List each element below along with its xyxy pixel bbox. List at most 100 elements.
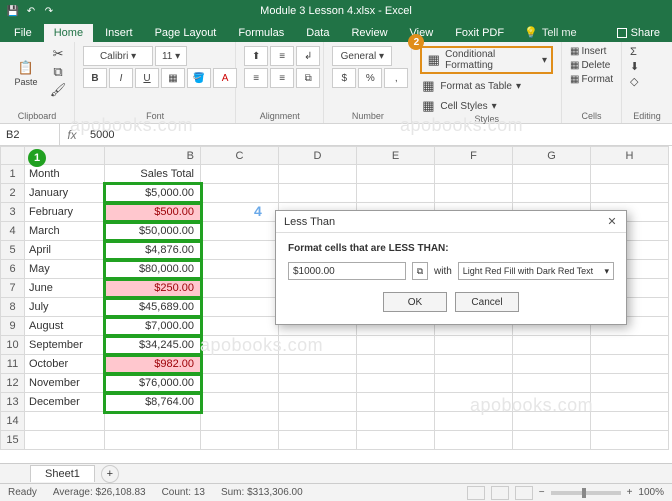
cell[interactable] <box>435 374 513 393</box>
zoom-in-button[interactable]: + <box>627 487 633 498</box>
new-sheet-button[interactable]: + <box>101 465 119 483</box>
format-style-select[interactable]: Light Red Fill with Dark Red Text ▾ <box>458 262 614 280</box>
cell[interactable] <box>357 374 435 393</box>
cell[interactable]: July <box>25 298 105 317</box>
dialog-close-button[interactable]: ✕ <box>602 213 622 229</box>
column-header[interactable]: B <box>105 147 201 165</box>
percent-button[interactable]: % <box>358 68 382 88</box>
align-left-button[interactable]: ≡ <box>244 68 268 88</box>
zoom-level[interactable]: 100% <box>638 487 664 498</box>
cell[interactable]: $34,245.00 <box>105 336 201 355</box>
cut-icon[interactable]: ✂ <box>50 46 66 62</box>
cell[interactable] <box>591 165 669 184</box>
cell[interactable] <box>591 184 669 203</box>
row-header[interactable]: 14 <box>1 412 25 431</box>
cell[interactable] <box>201 298 279 317</box>
cell[interactable] <box>279 165 357 184</box>
cell-styles-button[interactable]: ▦ Cell Styles ▾ <box>420 98 496 114</box>
cell[interactable] <box>25 412 105 431</box>
column-header[interactable]: H <box>591 147 669 165</box>
cell[interactable] <box>105 431 201 450</box>
zoom-out-button[interactable]: − <box>539 487 545 498</box>
cell[interactable] <box>435 431 513 450</box>
row-header[interactable]: 9 <box>1 317 25 336</box>
cell[interactable]: February <box>25 203 105 222</box>
view-normal-button[interactable] <box>467 486 485 500</box>
cell[interactable]: August <box>25 317 105 336</box>
cell[interactable] <box>357 393 435 412</box>
cell[interactable] <box>513 393 591 412</box>
italic-button[interactable]: I <box>109 68 133 88</box>
cell[interactable] <box>201 184 279 203</box>
cell[interactable] <box>591 374 669 393</box>
align-middle-button[interactable]: ≡ <box>270 46 294 66</box>
paste-button[interactable]: 📋 Paste <box>8 46 44 102</box>
row-header[interactable]: 6 <box>1 260 25 279</box>
cell[interactable]: $500.00 <box>105 203 201 222</box>
cell[interactable] <box>201 260 279 279</box>
cell[interactable] <box>201 241 279 260</box>
column-header[interactable]: D <box>279 147 357 165</box>
cell[interactable] <box>513 355 591 374</box>
cell[interactable] <box>279 431 357 450</box>
cell[interactable] <box>279 374 357 393</box>
cell[interactable] <box>591 355 669 374</box>
insert-cells-button[interactable]: ▦ Insert <box>570 46 606 57</box>
wrap-text-button[interactable]: ↲ <box>296 46 320 66</box>
zoom-slider[interactable] <box>551 491 621 495</box>
cell[interactable] <box>279 393 357 412</box>
name-box[interactable]: B2 <box>0 124 60 145</box>
font-color-button[interactable]: A <box>213 68 237 88</box>
cell[interactable] <box>357 165 435 184</box>
cell[interactable] <box>201 374 279 393</box>
cell[interactable]: May <box>25 260 105 279</box>
cell[interactable] <box>513 431 591 450</box>
bold-button[interactable]: B <box>83 68 107 88</box>
cell[interactable] <box>201 165 279 184</box>
autosum-button[interactable]: Σ <box>630 46 637 58</box>
cell[interactable] <box>279 355 357 374</box>
tab-foxit[interactable]: Foxit PDF <box>445 24 514 42</box>
tab-file[interactable]: File <box>4 24 42 42</box>
cell[interactable]: December <box>25 393 105 412</box>
cell[interactable] <box>435 165 513 184</box>
fill-button[interactable]: ⬇ <box>630 60 639 73</box>
cell[interactable]: $250.00 <box>105 279 201 298</box>
cell[interactable] <box>435 412 513 431</box>
cell[interactable]: March <box>25 222 105 241</box>
cell[interactable] <box>357 355 435 374</box>
tab-data[interactable]: Data <box>296 24 339 42</box>
share-button[interactable]: Share <box>609 24 668 42</box>
align-center-button[interactable]: ≡ <box>270 68 294 88</box>
cell[interactable] <box>591 336 669 355</box>
conditional-formatting-button[interactable]: 2 ▦ Conditional Formatting ▾ <box>420 46 553 74</box>
cell[interactable]: $4,876.00 <box>105 241 201 260</box>
threshold-input[interactable]: $1000.00 <box>288 262 406 280</box>
format-cells-button[interactable]: ▦ Format <box>570 74 613 85</box>
cell[interactable] <box>279 336 357 355</box>
cell[interactable] <box>357 184 435 203</box>
cell[interactable]: $5,000.00 <box>105 184 201 203</box>
format-painter-icon[interactable]: 🖌 <box>50 82 66 98</box>
cell[interactable] <box>435 355 513 374</box>
cell[interactable] <box>279 412 357 431</box>
row-header[interactable]: 8 <box>1 298 25 317</box>
row-header[interactable]: 1 <box>1 165 25 184</box>
cell[interactable] <box>513 165 591 184</box>
cell[interactable] <box>25 431 105 450</box>
cell[interactable] <box>357 412 435 431</box>
format-as-table-button[interactable]: ▦ Format as Table ▾ <box>420 78 521 94</box>
cell[interactable] <box>513 336 591 355</box>
cell[interactable]: January <box>25 184 105 203</box>
cell[interactable]: $80,000.00 <box>105 260 201 279</box>
row-header[interactable]: 4 <box>1 222 25 241</box>
comma-button[interactable]: , <box>384 68 408 88</box>
row-header[interactable]: 12 <box>1 374 25 393</box>
column-header[interactable]: F <box>435 147 513 165</box>
cell[interactable] <box>591 431 669 450</box>
cell[interactable] <box>201 431 279 450</box>
cell[interactable]: $8,764.00 <box>105 393 201 412</box>
cell[interactable]: October <box>25 355 105 374</box>
cell[interactable] <box>591 412 669 431</box>
tab-home[interactable]: Home <box>44 24 93 42</box>
